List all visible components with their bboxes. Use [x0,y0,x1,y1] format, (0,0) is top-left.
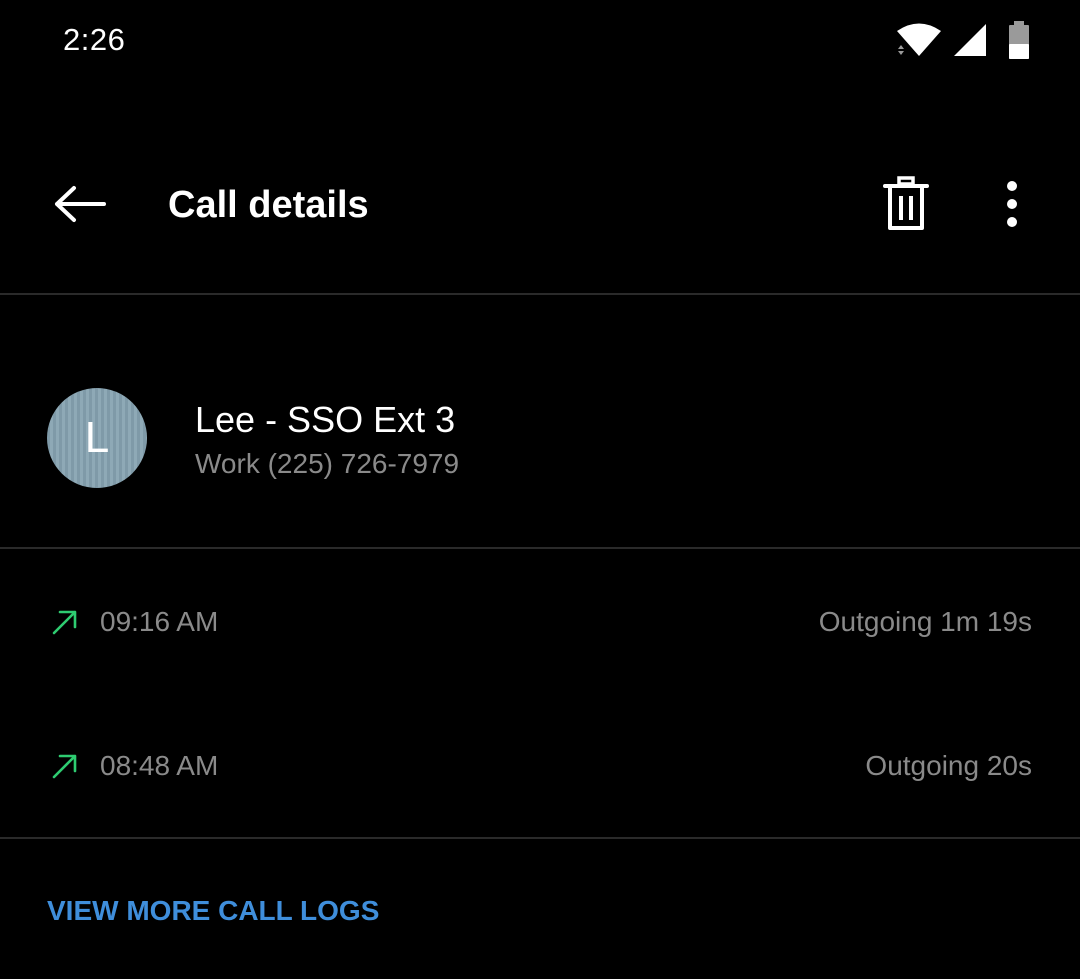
wifi-icon [894,22,944,58]
call-detail: Outgoing 1m 19s [818,606,1032,637]
app-bar: Call details [0,140,1080,270]
page-title: Call details [168,184,369,226]
delete-button[interactable] [866,164,946,244]
call-time: 08:48 AM [100,750,219,781]
contact-row[interactable]: L Lee - SSO Ext 3 Work (225) 726-7979 [0,296,1080,546]
contact-number: Work (225) 726-7979 [195,448,460,479]
arrow-left-icon [55,186,106,222]
trash-icon [883,176,929,230]
outgoing-call-arrow-icon [52,610,77,635]
status-icons [894,18,1032,62]
call-detail: Outgoing 20s [865,750,1032,781]
more-options-button[interactable] [972,164,1052,244]
call-log-row: 08:48 AM Outgoing 20s [0,694,1080,834]
avatar[interactable]: L [47,388,147,488]
status-time: 2:26 [63,22,126,57]
back-button[interactable] [40,164,120,244]
battery-icon [1006,20,1032,60]
call-log-row: 09:16 AM Outgoing 1m 19s [0,550,1080,690]
cell-signal-icon [952,22,988,58]
call-time: 09:16 AM [100,606,219,637]
divider [0,547,1080,549]
avatar-letter: L [84,413,110,462]
status-bar: 2:26 [0,0,1080,84]
divider [0,837,1080,839]
divider [0,293,1080,295]
more-vertical-icon [1007,181,1017,227]
outgoing-call-arrow-icon [52,754,77,779]
contact-name: Lee - SSO Ext 3 [195,399,456,440]
view-more-call-logs-button[interactable]: VIEW MORE CALL LOGS [47,893,379,929]
